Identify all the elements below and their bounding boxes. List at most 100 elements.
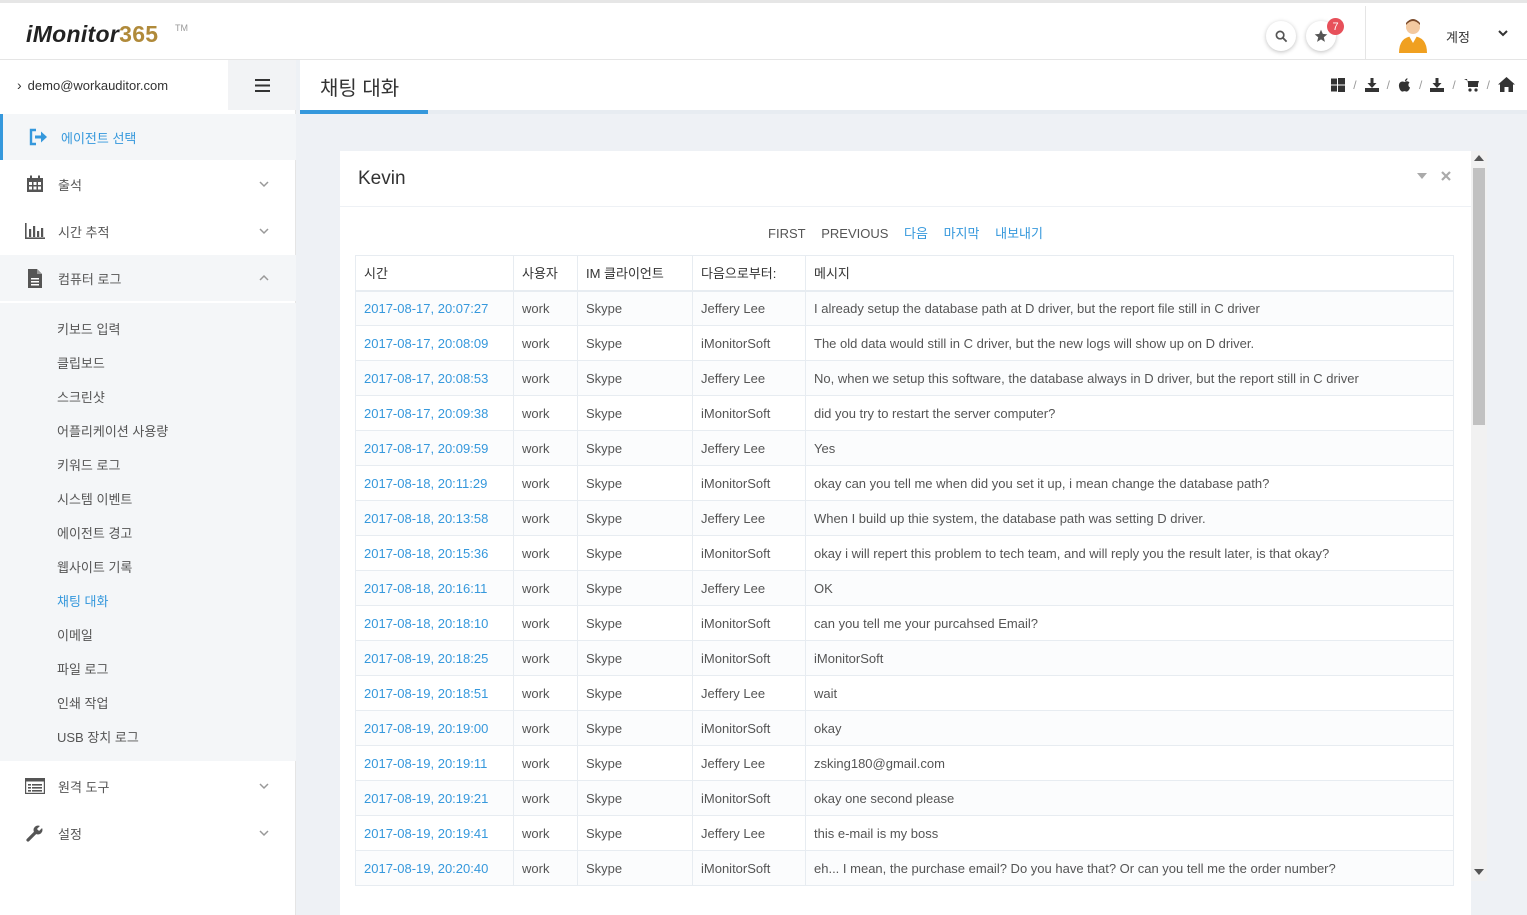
cell-time[interactable]: 2017-08-18, 20:13:58	[355, 500, 514, 536]
list-icon	[24, 775, 46, 797]
table-row[interactable]: 2017-08-17, 20:09:38 work Skype iMonitorSof…	[355, 395, 1454, 431]
table-row[interactable]: 2017-08-17, 20:08:53 work Skype Jeffery Lee…	[355, 360, 1454, 396]
cell-time[interactable]: 2017-08-18, 20:15:36	[355, 535, 514, 571]
table-row[interactable]: 2017-08-17, 20:07:27 work Skype Jeffery Lee…	[355, 290, 1454, 326]
sidebar-subitem-print-jobs[interactable]: 인쇄 작업	[57, 693, 108, 712]
shopping-cart-icon[interactable]	[1463, 78, 1479, 92]
cell-time[interactable]: 2017-08-17, 20:08:53	[355, 360, 514, 396]
sidebar-subitem-app-usage[interactable]: 어플리케이션 사용량	[57, 421, 168, 440]
sidebar-subitem-clipboard[interactable]: 클립보드	[57, 353, 105, 372]
sidebar-user[interactable]: › demo@workauditor.com	[0, 60, 228, 110]
sidebar-subitem-keyword-logs[interactable]: 키워드 로그	[57, 455, 120, 474]
sidebar-item-agent-select[interactable]: 에이전트 선택	[0, 114, 296, 160]
cell-from: iMonitorSoft	[692, 710, 806, 746]
pager-next[interactable]: 다음	[904, 226, 928, 241]
cell-im-client: Skype	[577, 500, 693, 536]
home-icon[interactable]	[1498, 77, 1515, 92]
sidebar-subitem-website-history[interactable]: 웹사이트 기록	[57, 557, 132, 576]
avatar[interactable]	[1397, 17, 1429, 53]
scroll-down-arrow-icon[interactable]	[1474, 869, 1484, 875]
cell-user: work	[513, 500, 578, 536]
cell-time[interactable]: 2017-08-17, 20:09:38	[355, 395, 514, 431]
apple-icon[interactable]	[1398, 77, 1411, 92]
close-icon[interactable]	[1441, 171, 1451, 181]
scrollbar-thumb[interactable]	[1473, 168, 1485, 425]
table-row[interactable]: 2017-08-17, 20:09:59 work Skype Jeffery Lee…	[355, 430, 1454, 466]
cell-user: work	[513, 640, 578, 676]
cell-time[interactable]: 2017-08-18, 20:11:29	[355, 465, 514, 501]
cell-from: iMonitorSoft	[692, 850, 806, 886]
sidebar-subitem-usb-logs[interactable]: USB 장치 로그	[57, 727, 139, 746]
cell-time[interactable]: 2017-08-18, 20:18:10	[355, 605, 514, 641]
cell-time[interactable]: 2017-08-19, 20:19:21	[355, 780, 514, 816]
table-row[interactable]: 2017-08-17, 20:08:09 work Skype iMonitorSof…	[355, 325, 1454, 361]
sidebar-item-time-tracking[interactable]: 시간 추적	[0, 208, 296, 254]
table-row[interactable]: 2017-08-19, 20:20:40 work Skype iMonitorSof…	[355, 850, 1454, 886]
chevron-down-icon[interactable]	[1497, 25, 1509, 41]
pager-first[interactable]: FIRST	[768, 226, 806, 241]
column-header-im-client[interactable]: IM 클라이언트	[577, 255, 693, 292]
cell-im-client: Skype	[577, 850, 693, 886]
column-header-message[interactable]: 메시지	[805, 255, 1454, 292]
cell-from: iMonitorSoft	[692, 605, 806, 641]
download-icon[interactable]	[1364, 77, 1379, 92]
app-logo[interactable]: iMonitor365	[26, 21, 158, 48]
table-row[interactable]: 2017-08-18, 20:13:58 work Skype Jeffery Lee…	[355, 500, 1454, 536]
page-title-accent	[300, 110, 428, 114]
cell-from: Jeffery Lee	[692, 815, 806, 851]
table-row[interactable]: 2017-08-18, 20:18:10 work Skype iMonitorSof…	[355, 605, 1454, 641]
column-header-time[interactable]: 시간	[355, 255, 514, 292]
pager-export[interactable]: 내보내기	[995, 226, 1043, 241]
table-row[interactable]: 2017-08-18, 20:16:11 work Skype Jeffery Lee…	[355, 570, 1454, 606]
sidebar-subitem-agent-alerts[interactable]: 에이전트 경고	[57, 523, 132, 542]
star-icon	[1314, 29, 1328, 42]
cell-time[interactable]: 2017-08-18, 20:16:11	[355, 570, 514, 606]
sidebar-subitem-chat[interactable]: 채팅 대화	[57, 591, 108, 610]
table-row[interactable]: 2017-08-19, 20:19:21 work Skype iMonitorSof…	[355, 780, 1454, 816]
search-icon	[1275, 30, 1287, 42]
page-title: 채팅 대화	[320, 78, 400, 100]
sidebar-subitem-keyboard[interactable]: 키보드 입력	[57, 319, 120, 338]
cell-time[interactable]: 2017-08-19, 20:18:25	[355, 640, 514, 676]
scroll-up-arrow-icon[interactable]	[1474, 155, 1484, 161]
search-button[interactable]	[1266, 21, 1296, 51]
cell-time[interactable]: 2017-08-19, 20:19:11	[355, 745, 514, 781]
cell-from: Jeffery Lee	[692, 570, 806, 606]
table-row[interactable]: 2017-08-18, 20:15:36 work Skype iMonitorSof…	[355, 535, 1454, 571]
sidebar-toggle-button[interactable]	[228, 60, 296, 110]
column-header-from[interactable]: 다음으로부터:	[692, 255, 806, 292]
account-label[interactable]: 계정	[1446, 27, 1470, 46]
cell-time[interactable]: 2017-08-19, 20:18:51	[355, 675, 514, 711]
cell-time[interactable]: 2017-08-19, 20:19:00	[355, 710, 514, 746]
cell-time[interactable]: 2017-08-19, 20:19:41	[355, 815, 514, 851]
download-icon[interactable]	[1430, 77, 1445, 92]
sidebar-subitem-file-logs[interactable]: 파일 로그	[57, 659, 108, 678]
table-row[interactable]: 2017-08-18, 20:11:29 work Skype iMonitorSof…	[355, 465, 1454, 501]
pager-last[interactable]: 마지막	[944, 226, 980, 241]
cell-user: work	[513, 780, 578, 816]
sidebar-subitem-email[interactable]: 이메일	[57, 625, 93, 644]
cell-time[interactable]: 2017-08-17, 20:08:09	[355, 325, 514, 361]
sidebar-item-remote-tools[interactable]: 원격 도구	[0, 763, 296, 809]
cell-message: iMonitorSoft	[805, 640, 1454, 676]
sidebar-item-settings[interactable]: 설정	[0, 810, 296, 856]
cell-message: okay	[805, 710, 1454, 746]
sidebar-subitem-screenshots[interactable]: 스크린샷	[57, 387, 105, 406]
table-row[interactable]: 2017-08-19, 20:18:25 work Skype iMonitorSof…	[355, 640, 1454, 676]
collapse-icon[interactable]	[1417, 173, 1427, 179]
sidebar-subitem-system-events[interactable]: 시스템 이벤트	[57, 489, 132, 508]
table-row[interactable]: 2017-08-19, 20:18:51 work Skype Jeffery Lee…	[355, 675, 1454, 711]
cell-time[interactable]: 2017-08-19, 20:20:40	[355, 850, 514, 886]
windows-icon[interactable]	[1331, 77, 1346, 92]
table-row[interactable]: 2017-08-19, 20:19:00 work Skype iMonitorSof…	[355, 710, 1454, 746]
cell-time[interactable]: 2017-08-17, 20:09:59	[355, 430, 514, 466]
column-header-user[interactable]: 사용자	[513, 255, 578, 292]
cell-time[interactable]: 2017-08-17, 20:07:27	[355, 290, 514, 326]
sidebar-item-computer-logs[interactable]: 컴퓨터 로그	[0, 255, 296, 301]
cell-from: Jeffery Lee	[692, 745, 806, 781]
table-row[interactable]: 2017-08-19, 20:19:11 work Skype Jeffery Lee…	[355, 745, 1454, 781]
sidebar-item-attendance[interactable]: 출석	[0, 161, 296, 207]
pager-previous[interactable]: PREVIOUS	[821, 226, 888, 241]
cell-message: did you try to restart the server comput…	[805, 395, 1454, 431]
table-row[interactable]: 2017-08-19, 20:19:41 work Skype Jeffery Lee…	[355, 815, 1454, 851]
